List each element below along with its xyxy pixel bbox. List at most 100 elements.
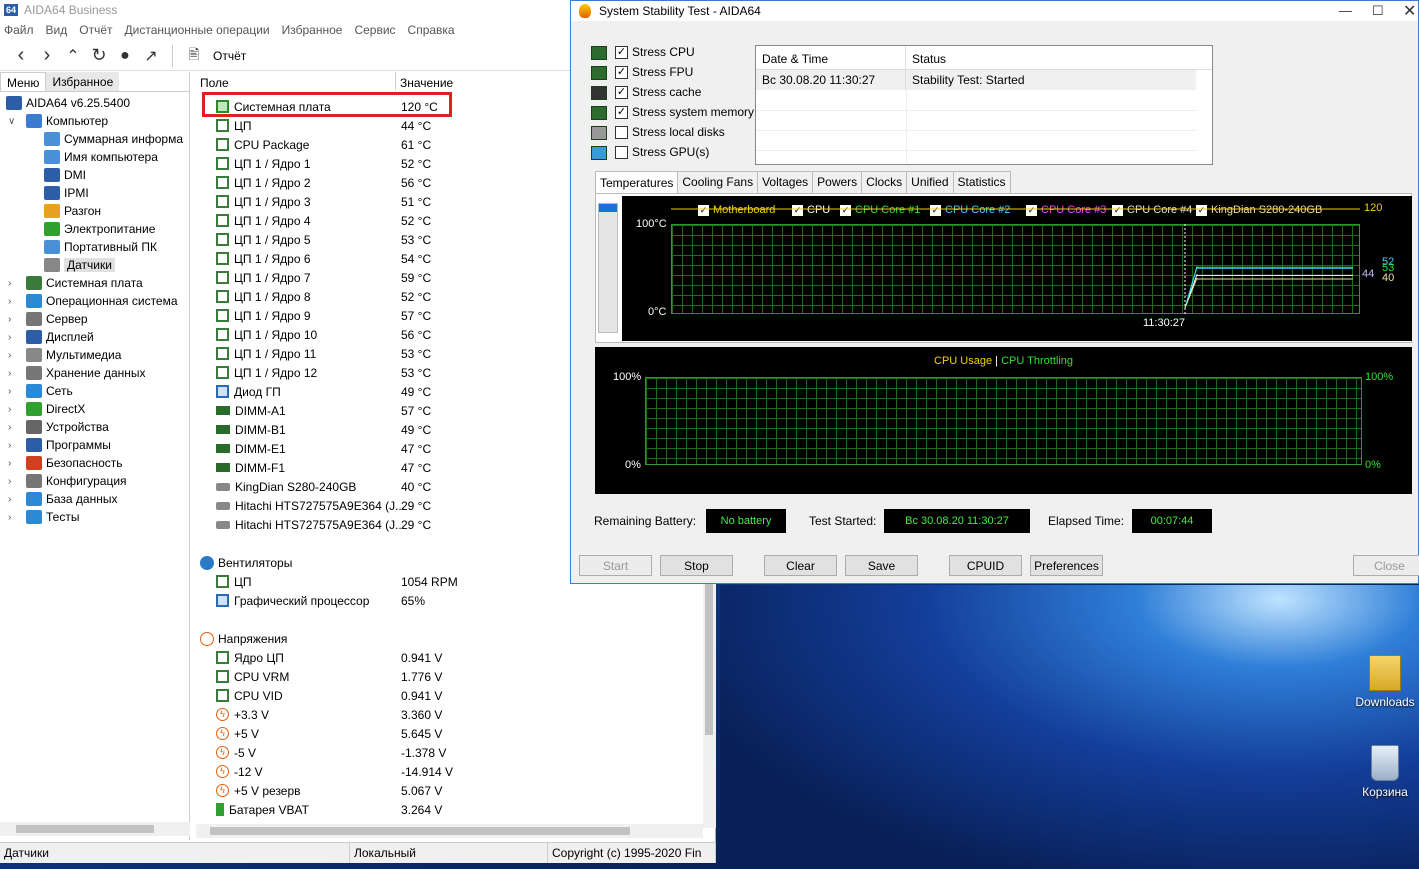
tree-item[interactable]: › Безопасность	[8, 454, 123, 472]
refresh-icon[interactable]: ↻	[86, 43, 112, 69]
tree-item[interactable]: › DirectX	[8, 400, 85, 418]
menu-view[interactable]: Вид	[46, 23, 68, 37]
minimize-icon[interactable]: —	[1339, 3, 1352, 18]
tab-unified[interactable]: Unified	[906, 171, 954, 194]
stress-checkbox[interactable]: ✓ Stress system memory	[615, 105, 754, 119]
expand-right-icon[interactable]: ›	[8, 368, 11, 379]
sensor-row[interactable]: Батарея VBAT 3.264 V	[216, 800, 701, 819]
sensor-row[interactable]: Ядро ЦП 0.941 V	[216, 648, 701, 667]
expand-right-icon[interactable]: ›	[8, 350, 11, 361]
tab-favorites[interactable]: Избранное	[46, 72, 120, 91]
sensor-row[interactable]: ϟ -5 V -1.378 V	[216, 743, 701, 762]
tree-item[interactable]: › Сервер	[8, 310, 88, 328]
sensor-row[interactable]: CPU VID 0.941 V	[216, 686, 701, 705]
sensor-hscroll-thumb[interactable]	[210, 827, 630, 835]
tab-clocks[interactable]: Clocks	[861, 171, 908, 194]
tab-powers[interactable]: Powers	[812, 171, 863, 194]
preferences-button[interactable]: Preferences	[1030, 555, 1103, 576]
start-button[interactable]: Start	[579, 555, 652, 576]
stress-checkbox[interactable]: ✓ Stress cache	[615, 85, 701, 99]
stress-checkbox[interactable]: Stress local disks	[615, 125, 725, 139]
log-header-datetime[interactable]: Date & Time	[756, 46, 906, 69]
sensor-hscrollbar[interactable]	[196, 824, 703, 838]
expand-right-icon[interactable]: ›	[8, 422, 11, 433]
checkbox-box[interactable]: ✓	[615, 85, 628, 99]
tree-item[interactable]: IPMI	[44, 184, 89, 202]
expand-right-icon[interactable]: ›	[8, 332, 11, 343]
chart-icon[interactable]: ↗	[138, 43, 164, 69]
tree-item[interactable]: ∨ Компьютер	[8, 112, 108, 130]
column-field[interactable]: Поле	[196, 72, 396, 90]
sensor-row[interactable]: Графический процессор 65%	[216, 591, 701, 610]
tree-item[interactable]: › Операционная система	[8, 292, 178, 310]
stress-checkbox[interactable]: ✓ Stress CPU	[615, 45, 695, 59]
tab-statistics[interactable]: Statistics	[952, 171, 1011, 194]
up-icon[interactable]: ⌃	[60, 43, 86, 69]
tree-item[interactable]: Имя компьютера	[44, 148, 158, 166]
left-hscrollbar[interactable]	[0, 822, 190, 836]
left-hscroll-thumb[interactable]	[16, 825, 154, 833]
expand-down-icon[interactable]: ∨	[8, 116, 15, 127]
tree-item[interactable]: Электропитание	[44, 220, 155, 238]
tree-item[interactable]: › Дисплей	[8, 328, 94, 346]
report-button-label[interactable]: Отчёт	[213, 49, 246, 63]
forward-icon[interactable]: ›	[34, 43, 60, 69]
tab-menu[interactable]: Меню	[0, 72, 47, 91]
menu-remote[interactable]: Дистанционные операции	[125, 23, 270, 37]
expand-right-icon[interactable]: ›	[8, 404, 11, 415]
log-header-status[interactable]: Status	[906, 46, 952, 69]
recycle-bin-shortcut[interactable]: Корзина	[1350, 745, 1419, 799]
tree-item[interactable]: › Хранение данных	[8, 364, 146, 382]
downloads-shortcut[interactable]: Downloads	[1350, 655, 1419, 709]
sensor-row[interactable]: ϟ +5 V резерв 5.067 V	[216, 781, 701, 800]
menu-service[interactable]: Сервис	[354, 23, 395, 37]
tree-item[interactable]: DMI	[44, 166, 86, 184]
tree-item[interactable]: › Тесты	[8, 508, 79, 526]
expand-right-icon[interactable]: ›	[8, 458, 11, 469]
expand-right-icon[interactable]: ›	[8, 440, 11, 451]
user-icon[interactable]: ●	[112, 43, 138, 69]
checkbox-box[interactable]	[615, 125, 628, 139]
tree-item[interactable]: › Сеть	[8, 382, 73, 400]
tab-voltages[interactable]: Voltages	[757, 171, 814, 194]
close-icon[interactable]: ✕	[1403, 1, 1416, 21]
tree-item[interactable]: Портативный ПК	[44, 238, 157, 256]
checkbox-box[interactable]: ✓	[615, 105, 628, 119]
tree-item[interactable]: › Мультимедиа	[8, 346, 121, 364]
log-row[interactable]: Вс 30.08.20 11:30:27 Stability Test: Sta…	[756, 70, 1196, 90]
expand-right-icon[interactable]: ›	[8, 296, 11, 307]
expand-right-icon[interactable]: ›	[8, 386, 11, 397]
tree-item[interactable]: › Устройства	[8, 418, 109, 436]
cpuid-button[interactable]: CPUID	[949, 555, 1022, 576]
tree-item[interactable]: › Конфигурация	[8, 472, 127, 490]
checkbox-box[interactable]: ✓	[615, 65, 628, 79]
menu-help[interactable]: Справка	[408, 23, 455, 37]
tree-item[interactable]: › База данных	[8, 490, 117, 508]
sensor-row[interactable]: ϟ -12 V -14.914 V	[216, 762, 701, 781]
sensor-row[interactable]: ϟ +3.3 V 3.360 V	[216, 705, 701, 724]
expand-right-icon[interactable]: ›	[8, 494, 11, 505]
tab-temperatures[interactable]: Temperatures	[595, 171, 679, 194]
save-button[interactable]: Save	[845, 555, 918, 576]
maximize-icon[interactable]: ☐	[1372, 3, 1384, 19]
sensor-row[interactable]: CPU VRM 1.776 V	[216, 667, 701, 686]
tree-item[interactable]: Суммарная информа	[44, 130, 183, 148]
expand-right-icon[interactable]: ›	[8, 314, 11, 325]
menu-favorites[interactable]: Избранное	[282, 23, 343, 37]
checkbox-box[interactable]: ✓	[615, 45, 628, 59]
tree-item[interactable]: › Системная плата	[8, 274, 143, 292]
tab-cooling-fans[interactable]: Cooling Fans	[677, 171, 759, 194]
sensor-list-mini[interactable]	[598, 203, 618, 333]
checkbox-box[interactable]	[615, 145, 628, 159]
back-icon[interactable]: ‹	[8, 43, 34, 69]
tree-item[interactable]: › Программы	[8, 436, 111, 454]
tree-root[interactable]: AIDA64 v6.25.5400	[6, 94, 130, 112]
menu-file[interactable]: Файл	[4, 23, 34, 37]
stress-checkbox[interactable]: ✓ Stress FPU	[615, 65, 693, 79]
tree-item[interactable]: Датчики	[44, 256, 115, 274]
expand-right-icon[interactable]: ›	[8, 476, 11, 487]
close-button[interactable]: Close	[1353, 555, 1419, 576]
tree-item[interactable]: Разгон	[44, 202, 101, 220]
clear-button[interactable]: Clear	[764, 555, 837, 576]
stop-button[interactable]: Stop	[660, 555, 733, 576]
